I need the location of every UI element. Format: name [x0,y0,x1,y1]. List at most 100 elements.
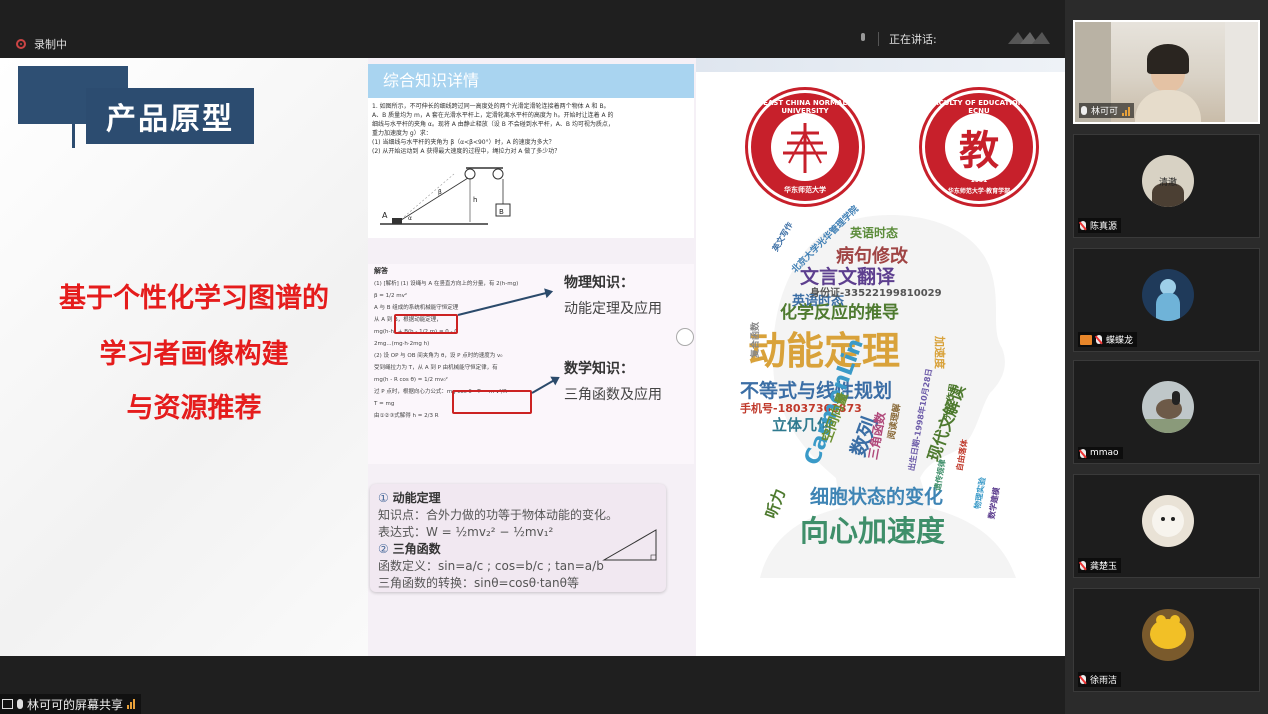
participant-tile[interactable]: 清澈 陈真源 [1073,134,1260,238]
seal-bottom-text: 华东师范大学 [784,186,826,194]
recording-label: 录制中 [34,38,67,51]
solution-section: 解答 (1) [解析] (1) 设绳与 A 在竖直方向上的分量，有 2(h-mg… [368,264,694,464]
participant-name: mmao [1090,448,1119,458]
faculty-seal-logo: 教 FACULTY OF EDUCATION · ECNU 1951 华东师范大… [922,90,1036,204]
item-number: ② [378,542,389,556]
highlight-box [452,390,532,414]
participant-tile[interactable]: 林可可 [1073,20,1260,124]
camera-badge-icon [1080,334,1092,345]
question-line: A、B 质量均为 m，A 套在光滑水平杆上，定滑轮离水平杆的高度为 h。开始时让… [372,112,614,119]
card-item-line: 知识点：合外力做的功等于物体动能的变化。 [378,508,619,522]
question-line: (1) 当细线与水平杆的夹角为 β（α<β<90°）时，A 的速度为多大？ [372,139,555,146]
solution-line: 受到绳拉力为 T，从 A 到 P 由机械能守恒定律，有 [374,365,498,371]
question-line: 细线与水平杆的夹角 α。现将 A 由静止释放（设 B 不会碰到水平杆，A、B 均… [372,121,614,128]
participant-name-bar: 龚楚玉 [1078,558,1122,573]
question-line: (2) 从开始运动到 A 获得最大速度的过程中，绳拉力对 A 做了多少功？ [372,148,561,155]
education-glyph-icon: 教 [959,128,999,174]
card-item-title: 动能定理 [392,491,441,505]
word: 复合函数 [751,321,761,358]
tree-emblem-icon [783,123,827,173]
solution-line: 2mg...(mg·h·2mg h) [374,341,430,347]
speaking-indicator: 正在讲话: [858,31,937,47]
question-document: 1. 如图所示，不可伸长的细线跨过同一高度处的两个光滑定滑轮连接着两个物体 A … [368,98,694,238]
physics-knowledge-sub: 动能定理及应用 [564,301,662,317]
word: 身份证-33522199810029 [810,288,942,299]
solution-label: 解答 [374,267,388,275]
word-cloud: 英语时态 病句修改 文言文翻译 英语时态 身份证-33522199810029 … [740,204,1040,588]
microphone-icon [858,33,868,45]
learner-profile-panel: EAST CHINA NORMAL UNIVERSITY 华东师范大学 教 FA… [696,58,1065,656]
seal-top-text: EAST CHINA NORMAL UNIVERSITY [763,99,847,115]
solution-line: (1) [解析] (1) 设绳与 A 在竖直方向上的分量，有 2(h-mg) [374,281,519,287]
slide-left-panel: 产品原型 基于个性化学习图谱的 学习者画像构建 与资源推荐 [0,58,368,656]
speaking-label: 正在讲话: [889,33,937,46]
card-item-line: 三角函数的转换：sinθ=cosθ·tanθ等 [378,576,579,590]
participant-tile[interactable]: 龚楚玉 [1073,474,1260,578]
audio-level-icon [127,699,136,709]
participant-tile[interactable]: mmao [1073,360,1260,464]
question-line: 1. 如图所示，不可伸长的细线跨过同一高度处的两个光滑定滑轮连接着两个物体 A … [372,103,610,110]
participant-name: 龚楚玉 [1090,562,1118,572]
participant-name: 蝶蝶龙 [1106,336,1134,346]
participant-name: 林可可 [1091,107,1119,117]
avatar: 清澈 [1142,155,1194,207]
participant-name: 陈真源 [1090,222,1118,232]
screen-share-label[interactable]: 林可可的屏幕共享 [0,694,142,714]
subtitle-line-3: 与资源推荐 [126,393,262,424]
seal-top-text: FACULTY OF EDUCATION · ECNU [929,99,1029,115]
knowledge-detail-panel: 综合知识详情 1. 如图所示，不可伸长的细线跨过同一高度处的两个光滑定滑轮连接着… [368,58,696,656]
word: 向心加速度 [800,514,946,548]
subtitle-line-2: 学习者画像构建 [99,339,289,370]
seal-year: 1951 [970,177,988,184]
slide-title: 产品原型 [86,88,254,144]
seal-bottom-text: 华东师范大学·教育学部 [947,188,1011,195]
participant-name-bar: 蝶蝶龙 [1078,332,1138,347]
pointer-cursor-icon[interactable] [676,328,694,346]
recording-indicator[interactable]: 录制中 [16,36,67,52]
math-knowledge-title: 数学知识： [564,361,634,377]
physics-diagram: A B h α β [380,167,511,225]
meeting-top-bar: 录制中 正在讲话: [0,0,1065,58]
participant-name-bar: mmao [1078,447,1123,459]
participant-name-bar: 徐雨洁 [1078,672,1122,687]
label-b: B [499,208,504,216]
word: 细胞状态的变化 [810,486,944,508]
microphone-muted-icon [1080,561,1086,570]
physics-knowledge-title: 物理知识： [564,275,634,291]
avatar [1142,381,1194,433]
participant-sidebar: 林可可 清澈 陈真源 蝶蝶龙 mmao 龚楚玉 徐雨洁 [1065,0,1268,714]
title-decoration-line [72,124,75,148]
avatar [1142,269,1194,321]
participant-name: 徐雨洁 [1090,676,1118,686]
label-beta: β [438,189,442,196]
audio-level-icon [1122,106,1131,116]
microphone-muted-icon [1080,675,1086,684]
meeting-bottom-bar [0,656,1065,714]
avatar-label: 清澈 [1158,178,1177,188]
microphone-icon [17,699,23,709]
microphone-muted-icon [1080,221,1086,230]
solution-line: (2) 设 OP 与 OB 间夹角为 θ，设 P 点时的速度为 v₀ [374,353,503,359]
microphone-muted-icon [1096,335,1102,344]
participant-name-bar: 陈真源 [1078,218,1122,233]
highlight-box [394,314,458,334]
microphone-icon [1081,106,1087,115]
word: 不等式与线性规划 [740,380,893,402]
question-line: 重力加速度为 g）求： [372,130,432,137]
avatar [1142,495,1194,547]
participant-tile[interactable]: 徐雨洁 [1073,588,1260,692]
math-knowledge-sub: 三角函数及应用 [564,387,662,403]
record-icon [16,39,26,49]
label-alpha: α [408,215,412,222]
solution-line: mg(h - R cos θ) = 1/2 mv₀² [374,377,448,383]
app-logo-icon [1008,32,1050,44]
subtitle-line-1: 基于个性化学习图谱的 [59,283,329,314]
triangle-diagram [602,529,657,561]
participant-name-bar: 林可可 [1079,103,1135,118]
avatar [1142,609,1194,661]
microphone-muted-icon [1080,448,1086,458]
ecnu-seal-logo: EAST CHINA NORMAL UNIVERSITY 华东师范大学 [748,90,862,204]
item-number: ① [378,491,389,505]
participant-tile[interactable]: 蝶蝶龙 [1073,248,1260,352]
card-item-title: 三角函数 [392,542,441,556]
